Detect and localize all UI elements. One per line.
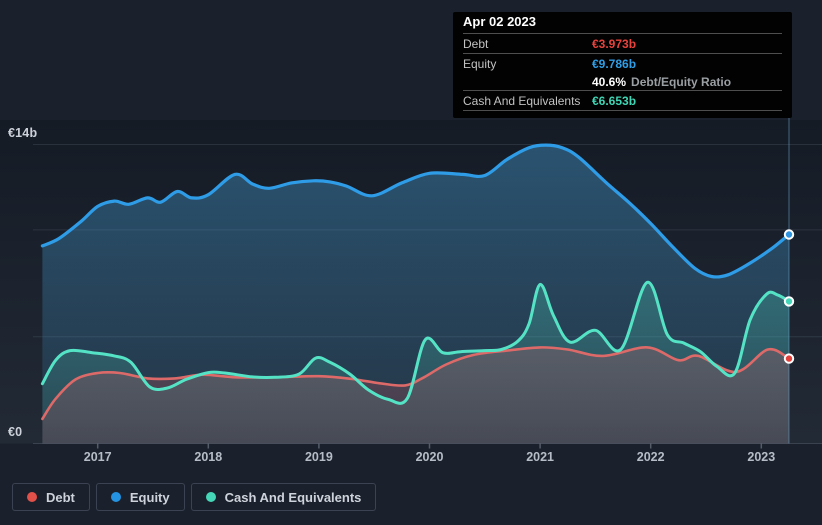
x-axis-tick-label: 2021 [526, 450, 554, 464]
legend-label: Cash And Equivalents [224, 489, 362, 505]
x-axis-tick-label: 2023 [747, 450, 775, 464]
y-axis-zero-label: €0 [8, 425, 23, 439]
tooltip-cash-label: Cash And Equivalents [463, 93, 581, 108]
tooltip-date: Apr 02 2023 [463, 12, 782, 34]
x-axis-tick-label: 2019 [305, 450, 333, 464]
legend-color-dot [27, 492, 37, 502]
tooltip-cash-value: €6.653b [592, 93, 637, 108]
tooltip-row-cash: Cash And Equivalents €6.653b [463, 91, 782, 111]
tooltip-debt-label: Debt [463, 36, 489, 51]
legend-label: Debt [46, 489, 75, 505]
x-axis-tick-label: 2018 [194, 450, 222, 464]
legend-button-equity[interactable]: Equity [95, 483, 185, 511]
tooltip-row-ratio: 40.6% Debt/Equity Ratio [463, 73, 782, 91]
x-axis-tick-label: 2020 [416, 450, 444, 464]
debt-marker[interactable] [783, 353, 795, 364]
x-axis-tick-label: 2017 [84, 450, 112, 464]
y-axis-max-label: €14b [8, 126, 38, 140]
legend-label: Equity [129, 489, 170, 505]
legend-color-dot [205, 492, 216, 502]
equity-marker[interactable] [783, 229, 795, 240]
chart-tooltip: Apr 02 2023 Debt €3.973b Equity €9.786b … [453, 12, 792, 118]
cash-and-equivalents-marker[interactable] [783, 296, 795, 307]
x-axis-tick-label: 2022 [637, 450, 665, 464]
legend-button-cash-and-equivalents[interactable]: Cash And Equivalents [190, 483, 377, 511]
chart-legend: Debt Equity Cash And Equivalents [12, 483, 377, 511]
debt-equity-history-chart-panel: 2017 2018 2019 2020 2021 2022 2023 €14b €0 Apr… [0, 0, 822, 525]
tooltip-equity-label: Equity [463, 56, 497, 71]
tooltip-row-debt: Debt €3.973b [463, 34, 782, 54]
legend-button-debt[interactable]: Debt [12, 483, 90, 511]
tooltip-row-equity: Equity €9.786b [463, 54, 782, 73]
tooltip-debt-value: €3.973b [592, 36, 637, 51]
tooltip-ratio-text: Debt/Equity Ratio [631, 74, 732, 89]
tooltip-ratio-percent: 40.6% [592, 74, 627, 89]
tooltip-equity-value: €9.786b [592, 56, 637, 71]
legend-color-dot [110, 492, 121, 502]
